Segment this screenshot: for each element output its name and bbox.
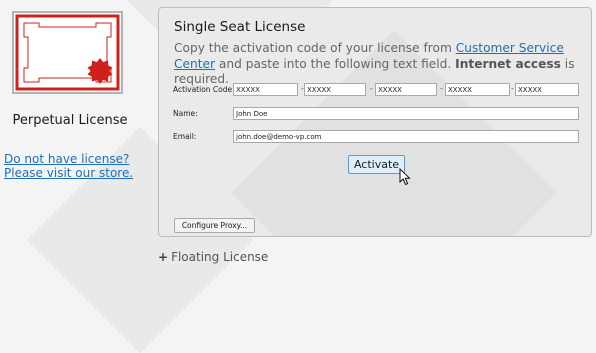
license-type-label: Perpetual License — [12, 113, 128, 128]
description-text: and paste into the following text field. — [215, 56, 456, 71]
panel-description: Copy the activation code of your license… — [174, 41, 579, 88]
visit-store-link[interactable]: Do not have license? Please visit our st… — [4, 152, 133, 180]
activation-code-field-2[interactable] — [304, 83, 366, 96]
description-text: Copy the activation code of your license… — [174, 41, 456, 55]
mouse-pointer-icon — [399, 167, 411, 190]
email-field[interactable] — [233, 130, 579, 143]
name-field[interactable] — [233, 107, 579, 120]
activation-code-label: Activation Code: — [173, 85, 235, 94]
activate-button[interactable]: Activate — [348, 155, 405, 174]
store-link-line2: Please visit our store. — [4, 166, 134, 180]
floating-license-label: Floating License — [171, 250, 269, 264]
panel-title: Single Seat License — [174, 19, 306, 35]
name-label: Name: — [173, 109, 198, 118]
activation-code-field-3[interactable] — [375, 83, 437, 96]
code-separator: - — [511, 84, 514, 93]
single-seat-license-panel: Single Seat License Copy the activation … — [158, 7, 592, 237]
floating-license-expander[interactable]: + Floating License — [158, 250, 268, 264]
store-link-line1: Do not have license? — [4, 152, 130, 166]
expand-plus-icon: + — [158, 250, 169, 264]
configure-proxy-button[interactable]: Configure Proxy... — [174, 218, 255, 233]
activation-code-field-5[interactable] — [515, 83, 579, 96]
email-label: Email: — [173, 132, 197, 141]
code-separator: - — [440, 84, 443, 93]
license-certificate-icon — [12, 11, 123, 94]
description-bold: Internet access — [455, 56, 561, 71]
activation-code-field-1[interactable] — [233, 83, 298, 96]
code-separator: - — [370, 84, 373, 93]
activation-code-field-4[interactable] — [445, 83, 510, 96]
